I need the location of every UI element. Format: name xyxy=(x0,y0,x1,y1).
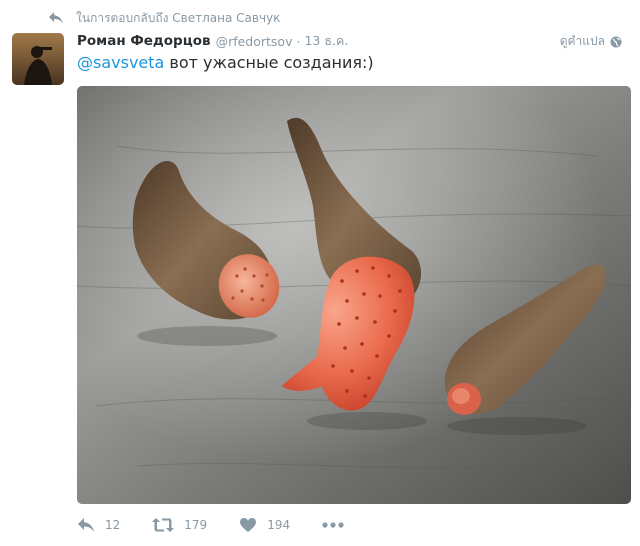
reply-arrow-icon xyxy=(49,12,63,24)
like-button[interactable]: 194 xyxy=(239,517,290,533)
retweet-button[interactable]: 179 xyxy=(152,517,207,533)
tweet-photo[interactable] xyxy=(77,86,631,504)
photo-image xyxy=(77,86,631,504)
author-name[interactable]: Роман Федорцов xyxy=(77,33,211,49)
tweet-header: Роман Федорцов @rfedortsov · 13 ธ.ค. ดูค… xyxy=(77,32,630,50)
more-button[interactable] xyxy=(322,522,354,528)
translate-link[interactable]: ดูคำแปล xyxy=(560,32,622,51)
avatar[interactable] xyxy=(12,33,64,85)
more-dots-icon xyxy=(322,522,344,528)
retweet-count: 179 xyxy=(184,518,208,532)
reply-context[interactable]: ในการตอบกลับถึง Светлана Савчук xyxy=(48,9,280,27)
tweet-actions: 12 179 194 xyxy=(77,513,386,537)
like-count: 194 xyxy=(267,518,291,532)
reply-context-text: ในการตอบกลับถึง Светлана Савчук xyxy=(76,10,281,25)
translate-label: ดูคำแปล xyxy=(559,34,605,48)
reply-count: 12 xyxy=(105,518,121,532)
separator-dot: · xyxy=(296,33,301,49)
tweet-body: вот ужасные создания:) xyxy=(164,53,374,72)
reply-icon xyxy=(78,518,94,532)
tweet-date[interactable]: 13 ธ.ค. xyxy=(304,31,348,51)
retweet-icon xyxy=(152,518,175,532)
reply-button[interactable]: 12 xyxy=(77,517,120,533)
tweet-text: @savsveta вот ужасные создания:) xyxy=(77,53,374,73)
mention-link[interactable]: @savsveta xyxy=(77,53,164,72)
author-handle[interactable]: @rfedortsov xyxy=(216,34,293,49)
avatar-image xyxy=(12,33,64,85)
globe-icon xyxy=(610,36,622,47)
heart-icon xyxy=(240,518,257,532)
